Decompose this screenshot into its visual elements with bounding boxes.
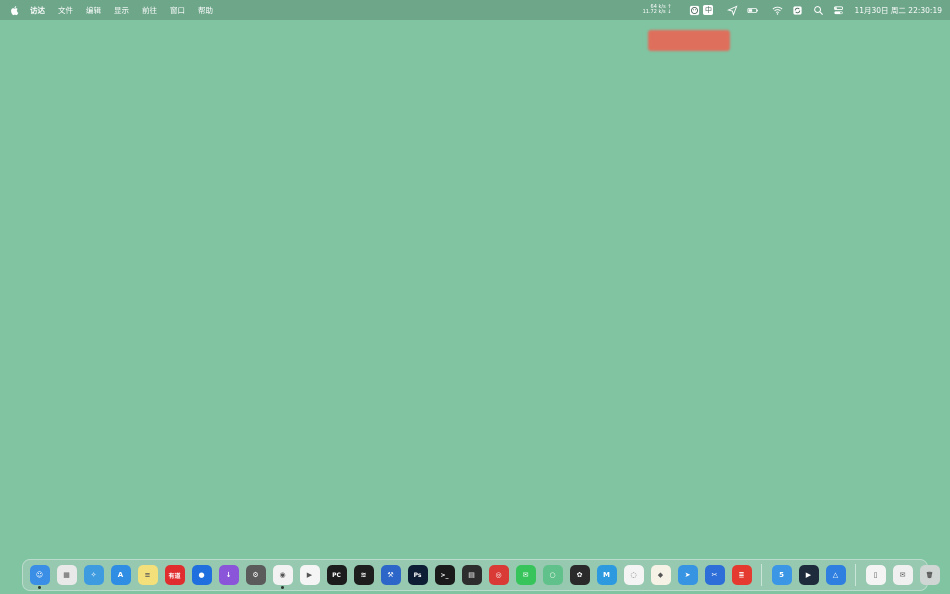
dock-app-paste[interactable]: ➤	[677, 565, 698, 585]
dock-app-markdown[interactable]: M	[596, 565, 617, 585]
launchpad-icon: ▦	[63, 571, 70, 579]
dock-app-xcode[interactable]: ⚒	[380, 565, 401, 585]
terminal-icon: >_	[440, 571, 449, 579]
infuse-icon: ▶	[306, 571, 313, 579]
dock-app-tes[interactable]: ✿	[569, 565, 590, 585]
menu-edit[interactable]: 编辑	[86, 5, 101, 16]
redacted-block	[648, 30, 730, 51]
video-icon: ▶	[805, 571, 812, 579]
dock-app-infuse[interactable]: ▶	[299, 565, 320, 585]
wechat-icon: ✉	[522, 571, 529, 579]
dock-app-maps-pin[interactable]: ●	[191, 565, 212, 585]
emoji-icon[interactable]	[688, 4, 700, 16]
system-preferences-icon: ⚙	[252, 571, 259, 579]
final-cut-icon: ▤	[468, 571, 475, 579]
dock-app-video[interactable]: ▶	[798, 565, 819, 585]
status-area: 64 k/s ↑ 11.72 k/s ↓ 中 11月30日 周二 22:30:1…	[643, 0, 942, 20]
dock-app-wechat[interactable]: ✉	[515, 565, 536, 585]
dock-app-photoshop[interactable]: Ps	[407, 565, 428, 585]
net-download: 11.72 k/s ↓	[642, 9, 672, 15]
trash-icon: 🗑	[925, 571, 934, 579]
dock-app-chat[interactable]: ◌	[623, 565, 644, 585]
dock-app-system-preferences[interactable]: ⚙	[245, 565, 266, 585]
running-indicator	[37, 586, 41, 589]
dock-app-sketch[interactable]: ◆	[650, 565, 671, 585]
dock-app-finder[interactable]: ☺	[29, 565, 50, 589]
menu-left: 访达 文件 编辑 显示 前往 窗口 帮助	[0, 5, 226, 16]
menu-bar: 访达 文件 编辑 显示 前往 窗口 帮助 64 k/s ↑ 11.72 k/s …	[0, 0, 950, 20]
chat-icon: ◌	[630, 571, 637, 579]
envelope-icon: ✉	[899, 571, 906, 579]
dock-app-document[interactable]: ▯	[865, 565, 886, 585]
instruments-icon: △	[832, 571, 839, 579]
dock-app-final-cut[interactable]: ▤	[461, 565, 482, 585]
search-icon[interactable]	[812, 4, 824, 16]
running-indicator	[280, 586, 284, 589]
dock-app-chrome[interactable]: ◉	[272, 565, 293, 589]
input-method-icon[interactable]: 中	[702, 4, 714, 16]
youdao-icon: 有道	[168, 572, 181, 580]
xcode-icon: ⚒	[387, 571, 394, 579]
menu-go[interactable]: 前往	[142, 5, 157, 16]
dock-app-trash[interactable]: 🗑	[919, 565, 940, 585]
dock-app-app-store[interactable]: A	[110, 565, 131, 585]
dock-separator	[855, 564, 856, 586]
dock-app-instruments[interactable]: △	[825, 565, 846, 585]
menu-help[interactable]: 帮助	[198, 5, 213, 16]
paste-icon: ➤	[684, 571, 691, 579]
dock-app-iqiyi[interactable]: ≣	[731, 565, 752, 585]
loop-icon: ○	[549, 571, 556, 579]
send-icon[interactable]	[726, 4, 738, 16]
dock-app-downie[interactable]: ↓	[218, 565, 239, 585]
spotify-icon: ≋	[360, 571, 367, 579]
chrome-icon: ◉	[279, 571, 286, 579]
menu-window[interactable]: 窗口	[170, 5, 185, 16]
finder-icon: ☺	[35, 571, 44, 579]
iqiyi-icon: ≣	[738, 571, 745, 579]
dock-app-utility[interactable]: ✂	[704, 565, 725, 585]
sync-icon[interactable]	[791, 4, 803, 16]
maps-pin-icon: ●	[198, 571, 205, 579]
notes-icon: ≡	[144, 571, 151, 579]
document-icon: ▯	[873, 571, 878, 579]
apple-icon[interactable]	[10, 5, 20, 15]
safari-icon: ✧	[90, 571, 97, 579]
dock-app-notes[interactable]: ≡	[137, 565, 158, 585]
downie-icon: ↓	[225, 571, 232, 579]
dock-app-pycharm[interactable]: PC	[326, 565, 347, 585]
dock-app-safari[interactable]: ✧	[83, 565, 104, 585]
clock[interactable]: 11月30日 周二 22:30:19	[854, 5, 942, 16]
dock-app-youdao[interactable]: 有道	[164, 565, 185, 585]
sketch-icon: ◆	[657, 571, 664, 579]
dock-app-five[interactable]: 5	[771, 565, 792, 585]
five-icon: 5	[779, 571, 784, 579]
menu-file[interactable]: 文件	[58, 5, 73, 16]
netease-music-icon: ◎	[495, 571, 502, 579]
pycharm-icon: PC	[332, 571, 341, 579]
dock: ☺ ▦ ✧ A ≡ 有道 ● ↓ ⚙ ◉ ▶ PC ≋ ⚒ Ps >_ ▤ ◎ ✉ ○ ✿ M ◌ ◆ ➤ ✂ ≣ 5 ▶ △ ▯ ✉ 🗑	[22, 559, 940, 591]
wifi-icon[interactable]	[771, 4, 783, 16]
ime-label: 中	[703, 5, 714, 15]
dock-app-loop[interactable]: ○	[542, 565, 563, 585]
menu-finder[interactable]: 访达	[30, 5, 45, 16]
utility-icon: ✂	[711, 571, 718, 579]
dock-app-launchpad[interactable]: ▦	[56, 565, 77, 585]
dock-separator	[761, 564, 762, 586]
dock-app-netease-music[interactable]: ◎	[488, 565, 509, 585]
markdown-icon: M	[603, 571, 610, 579]
battery-icon[interactable]	[747, 4, 759, 16]
network-speed[interactable]: 64 k/s ↑ 11.72 k/s ↓	[642, 4, 672, 16]
dock-app-terminal[interactable]: >_	[434, 565, 455, 585]
dock-app-spotify[interactable]: ≋	[353, 565, 374, 585]
dock-app-envelope[interactable]: ✉	[892, 565, 913, 585]
tes-icon: ✿	[576, 571, 583, 579]
control-center-icon[interactable]	[832, 4, 844, 16]
menu-view[interactable]: 显示	[114, 5, 129, 16]
photoshop-icon: Ps	[413, 571, 422, 579]
app-store-icon: A	[117, 571, 124, 579]
